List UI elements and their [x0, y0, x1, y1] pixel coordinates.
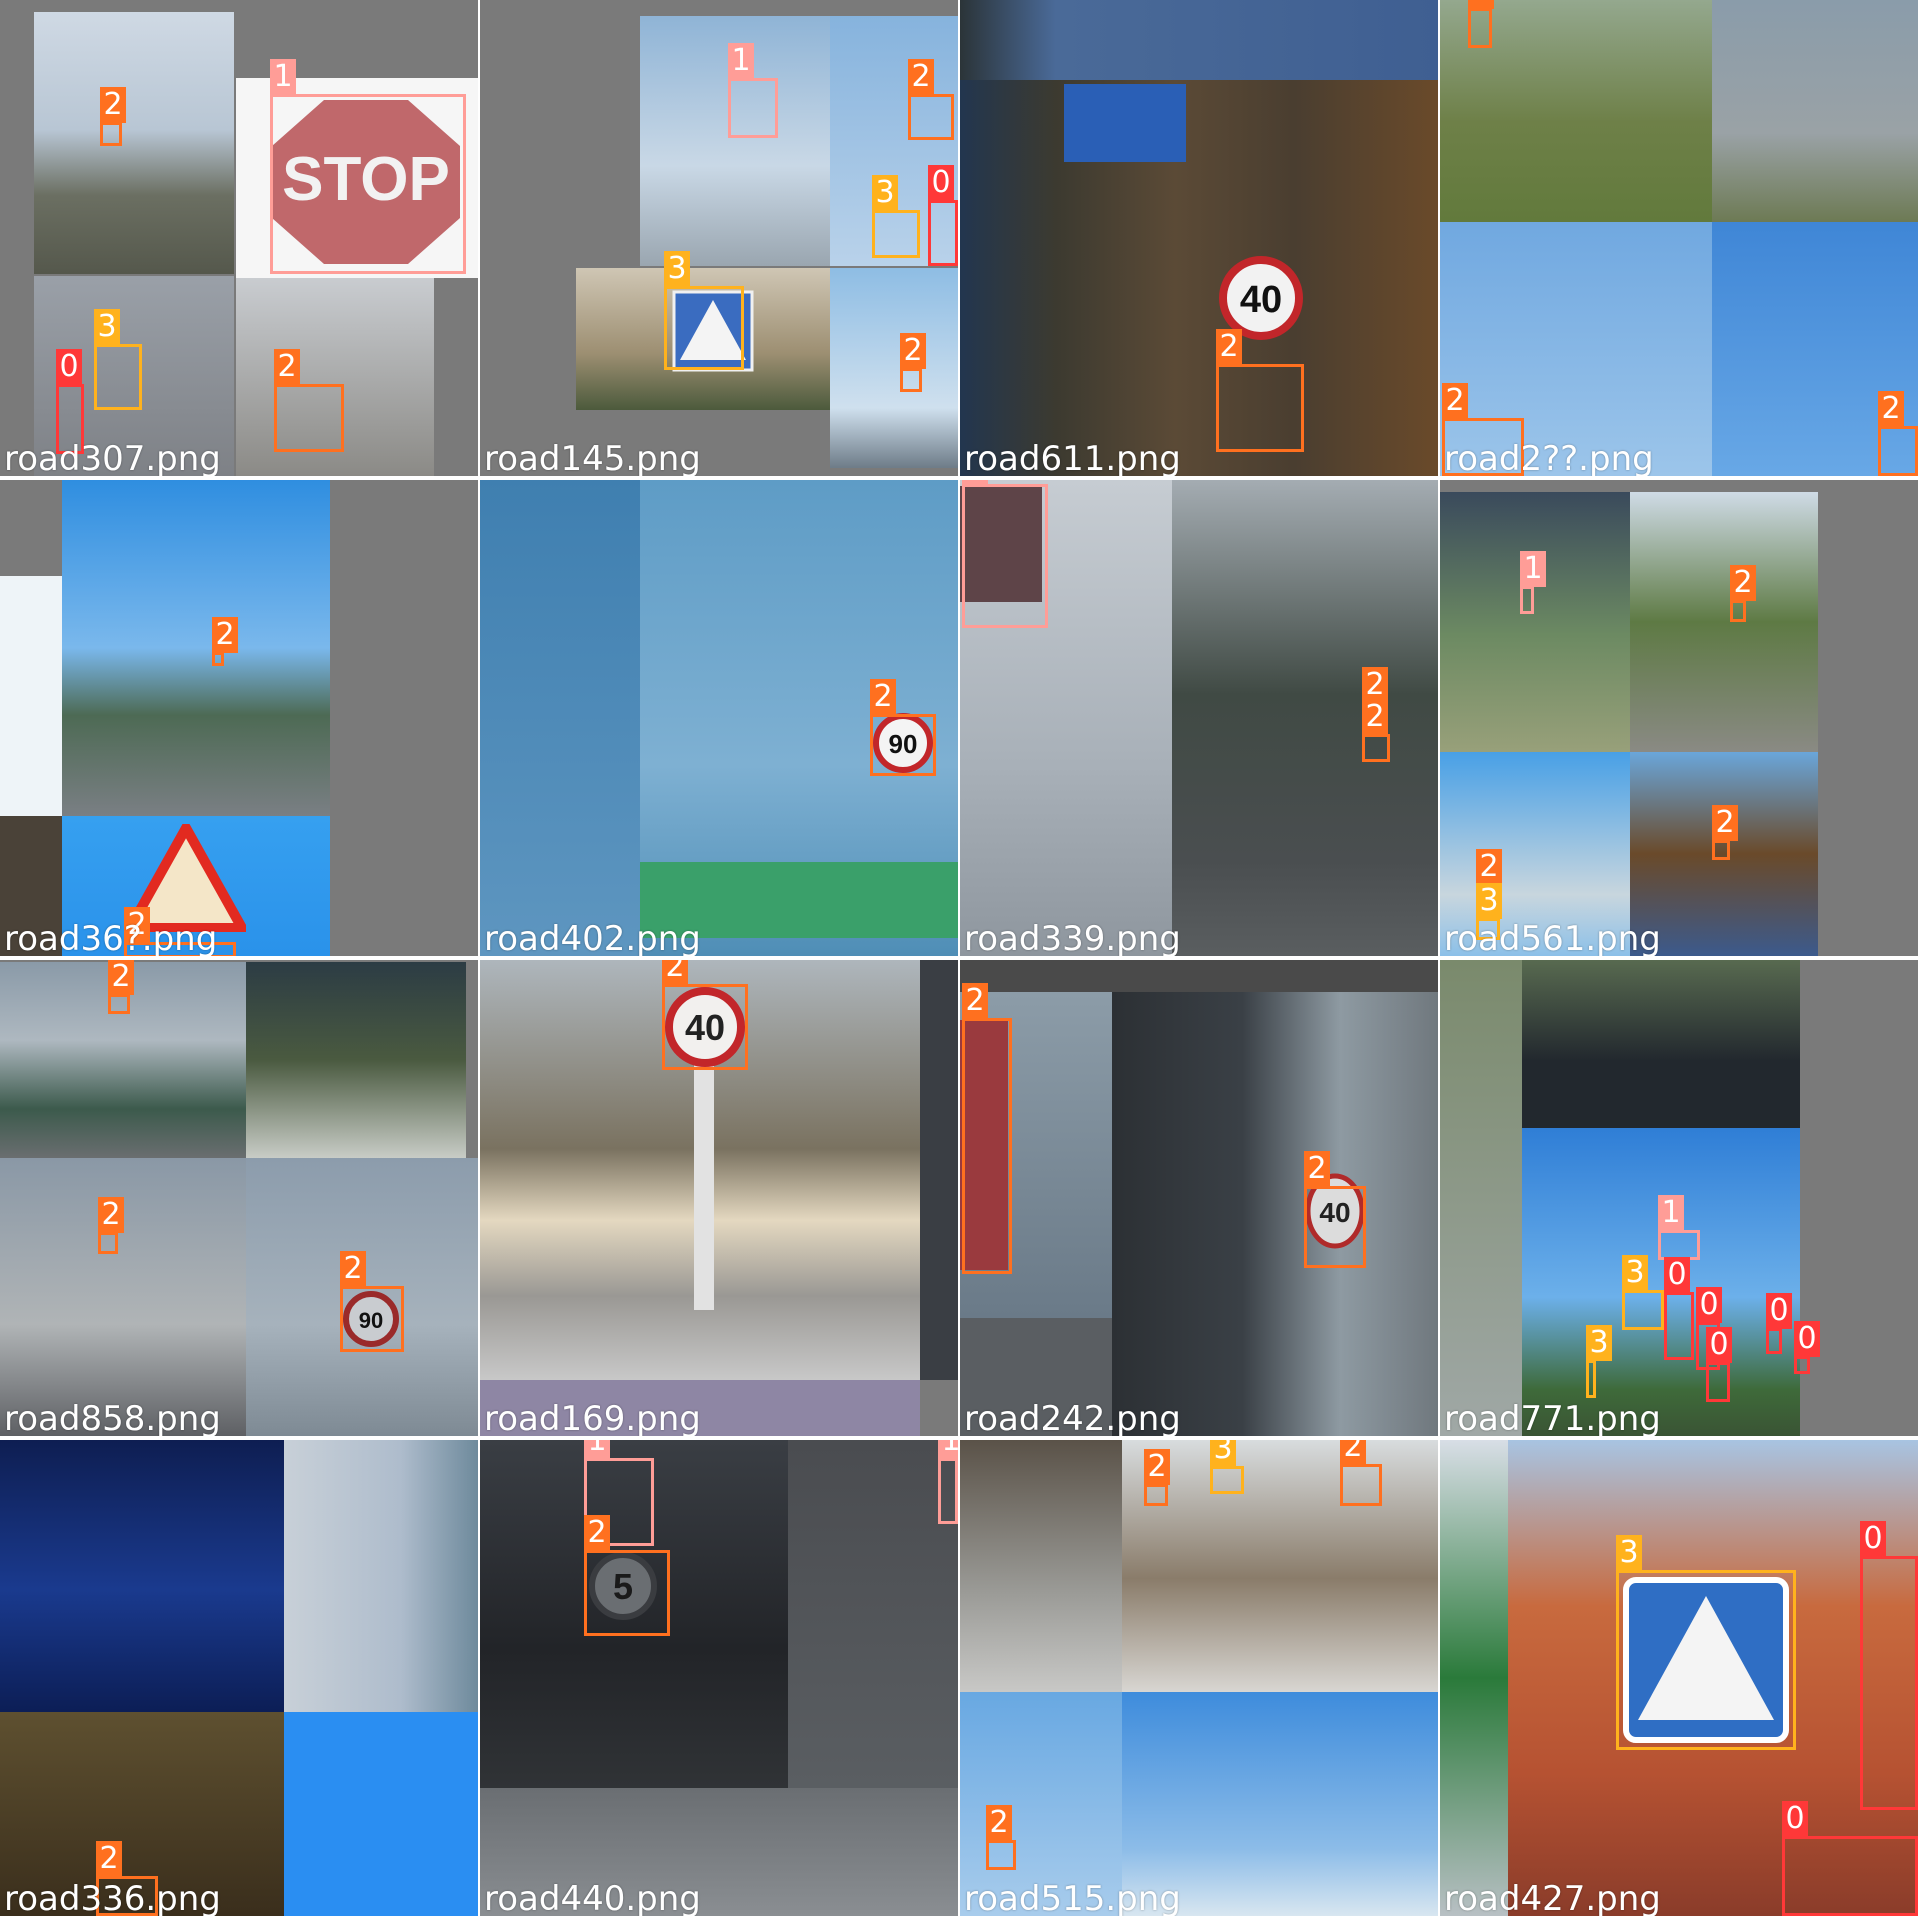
tile-filename: road336.png: [4, 1879, 221, 1916]
tile-filename: road2??.png: [1444, 439, 1654, 476]
image-tile-road242: 40 2 2 road242.png: [960, 960, 1438, 1436]
detection-box: 2: [98, 1197, 124, 1254]
detection-box: 2: [870, 679, 936, 776]
detection-box: 3: [94, 309, 142, 410]
detection-box: 0: [1782, 1801, 1918, 1916]
detection-box: 2: [900, 333, 926, 392]
detection-box: 3: [1210, 1440, 1244, 1494]
image-tile-road440: 5 1 2 1 road440.png: [480, 1440, 958, 1916]
image-tile-road: 2 2 2 road2??.png: [1440, 0, 1918, 476]
image-tile-road145: 1 2 3 0 3 2 road145.png: [480, 0, 958, 476]
detection-box: 0: [928, 165, 958, 266]
detection-box: 1: [962, 480, 1048, 628]
detection-box: 1: [728, 43, 778, 138]
detection-box: 1: [938, 1440, 958, 1524]
image-tile-road515: 2 3 2 2 road515.png: [960, 1440, 1438, 1916]
detection-box: 2: [1304, 1151, 1366, 1268]
detection-box: 3: [1586, 1325, 1612, 1398]
detection-box: 1: [1520, 551, 1546, 614]
detection-box: 2: [986, 1805, 1016, 1870]
tile-filename: road36?.png: [4, 919, 218, 956]
tile-filename: road561.png: [1444, 919, 1661, 956]
tile-filename: road858.png: [4, 1399, 221, 1436]
image-tile-road169: 40 2 road169.png: [480, 960, 958, 1436]
detection-box: 0: [1860, 1521, 1918, 1810]
image-tile-road336: 2 road336.png: [0, 1440, 478, 1916]
detection-box: 2: [100, 87, 126, 146]
image-tile-road36: 2 2 road36?.png: [0, 480, 478, 956]
detection-box: 2: [1144, 1449, 1170, 1506]
detection-box: 2: [1878, 391, 1918, 476]
image-tile-road858: 90 2 2 2 road858.png: [0, 960, 478, 1436]
detection-box: 2: [1468, 0, 1494, 48]
detection-box: 0: [1766, 1293, 1792, 1354]
detection-box: 0: [1794, 1321, 1820, 1374]
detection-box: 2: [340, 1251, 404, 1352]
detection-box: 2: [1340, 1440, 1382, 1506]
detection-box: 3: [1616, 1535, 1796, 1750]
svg-text:40: 40: [1240, 279, 1282, 321]
image-tile-road339: 1 2 2 road339.png: [960, 480, 1438, 956]
image-tile-road427: 3 0 0 road427.png: [1440, 1440, 1918, 1916]
tile-photo: [0, 1440, 478, 1916]
tile-filename: road402.png: [484, 919, 701, 956]
tile-photo: [1440, 0, 1918, 476]
tile-photo: 90: [0, 960, 478, 1436]
detection-box: 2: [1362, 699, 1390, 762]
tile-photo: [0, 480, 478, 956]
detection-box: 3: [872, 175, 920, 258]
detection-box: 3: [664, 251, 744, 370]
image-tile-road611: 40 2 road611.png: [960, 0, 1438, 476]
tile-filename: road771.png: [1444, 1399, 1661, 1436]
tile-filename: road242.png: [964, 1399, 1181, 1436]
tile-filename: road145.png: [484, 439, 701, 476]
tile-filename: road169.png: [484, 1399, 701, 1436]
tile-filename: road611.png: [964, 439, 1181, 476]
tile-filename: road440.png: [484, 1879, 701, 1916]
image-tile-road402: 90 2 road402.png: [480, 480, 958, 956]
detection-box: 2: [584, 1515, 670, 1636]
detection-box: 2: [108, 960, 134, 1014]
detection-box: 1: [1658, 1195, 1700, 1260]
speed-limit-sign-icon: 40: [1219, 256, 1303, 340]
tile-photo: [1440, 480, 1918, 956]
detection-box: 0: [1664, 1257, 1694, 1360]
tile-photo: 40: [960, 0, 1438, 476]
tile-photo: 40: [960, 960, 1438, 1436]
detection-box: 2: [1712, 805, 1738, 860]
detection-box: 2: [1730, 565, 1756, 622]
mosaic-grid: STOP 2 1 3 0 2 road307.png 1 2 3 0 3 2 r…: [0, 0, 1920, 1920]
detection-box: 2: [908, 59, 954, 140]
tile-filename: road515.png: [964, 1879, 1181, 1916]
tile-photo: [960, 1440, 1438, 1916]
detection-box: 3: [1622, 1255, 1664, 1330]
image-tile-road771: 1 3 0 0 0 0 0 3 road771.png: [1440, 960, 1918, 1436]
tile-filename: road307.png: [4, 439, 221, 476]
tile-filename: road427.png: [1444, 1879, 1661, 1916]
image-tile-road561: 1 2 2 2 3 road561.png: [1440, 480, 1918, 956]
tile-filename: road339.png: [964, 919, 1181, 956]
detection-box: 0: [1706, 1327, 1732, 1402]
detection-box: 2: [1216, 329, 1304, 452]
detection-box: 2: [662, 960, 748, 1070]
detection-box: 2: [212, 617, 238, 666]
image-tile-road307: STOP 2 1 3 0 2 road307.png: [0, 0, 478, 476]
detection-box: 2: [962, 983, 1012, 1274]
detection-box: 1: [270, 59, 466, 274]
tile-photo: 5: [480, 1440, 958, 1916]
detection-box: 2: [274, 349, 344, 452]
